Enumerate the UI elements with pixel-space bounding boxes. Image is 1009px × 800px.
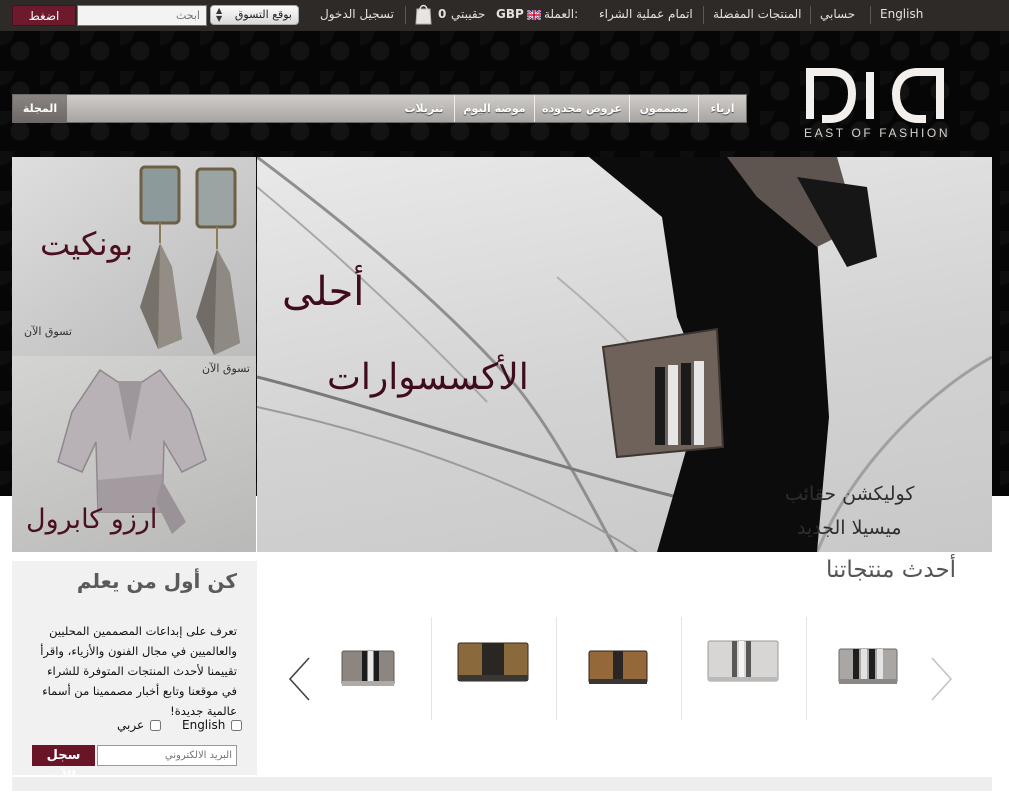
top-utility-bar: اضغط ▲▼ بوقع التسوق تسجيل الدخول 0 حقيبت… [0, 0, 1009, 31]
checkout-link[interactable]: اتمام عملية الشراء [599, 7, 693, 21]
product-item[interactable] [682, 617, 806, 720]
currency-label: العملة: [544, 7, 579, 21]
subscribe-button[interactable]: سجل الآن [32, 745, 95, 784]
shopping-bag-icon[interactable] [415, 3, 432, 25]
nav-item-trends[interactable]: موضة اليوم [455, 95, 534, 122]
footer-strip [12, 777, 992, 791]
hero-caption-line1: كوليكشن حقائب [785, 483, 915, 505]
chevron-right-icon[interactable] [928, 656, 954, 702]
account-link[interactable]: حسابي [820, 7, 855, 21]
product-item[interactable] [307, 617, 431, 720]
main-nav: المجلة تنزيلات موضة اليوم عروض محدودة مص… [12, 94, 747, 123]
search-input[interactable] [77, 5, 207, 26]
hero-caption-line2: ميسيلا الجديد [797, 517, 902, 539]
shop-location-select[interactable]: ▲ ▼ بوقع التسوق [210, 5, 299, 25]
bag-count[interactable]: 0 [438, 7, 446, 21]
latest-products-title: أحدث منتجاتنا [826, 557, 957, 583]
language-link[interactable]: English [880, 7, 923, 21]
divider [405, 6, 406, 24]
product-item[interactable] [557, 617, 681, 720]
nav-item-magazine[interactable]: المجلة [13, 95, 67, 122]
earrings-image [139, 165, 240, 355]
uk-flag-icon [527, 10, 541, 20]
nav-item-sales[interactable]: تنزيلات [393, 95, 455, 122]
promo-tile-arzu-kaprol[interactable]: تسوق الآن ارزو كابرول [12, 356, 256, 552]
nav-item-limited-offers[interactable]: عروض محدودة [535, 95, 629, 122]
promo-title-arzu-kaprol: ارزو كابرول [26, 504, 158, 535]
hero-headline-line2: الأكسسوارات [327, 357, 529, 398]
divider [870, 6, 871, 24]
divider [703, 6, 704, 24]
brand-tagline: EAST OF FASHION [804, 126, 951, 140]
english-checkbox[interactable] [231, 720, 243, 731]
favorites-link[interactable]: المنتجات المفضلة [713, 7, 802, 21]
newsletter-option-arabic[interactable]: عربي [117, 718, 161, 732]
bag-link[interactable]: حقيبتي [451, 7, 485, 21]
promo-title-bonkeet: بونكيت [40, 225, 134, 263]
login-link[interactable]: تسجيل الدخول [320, 7, 394, 21]
product-item[interactable] [432, 617, 556, 720]
arabic-checkbox[interactable] [149, 720, 161, 731]
search-button[interactable]: اضغط [12, 5, 76, 26]
select-arrows-icon: ▲ ▼ [216, 6, 223, 23]
email-field[interactable] [97, 745, 237, 766]
newsletter-title: كن أول من يعلم [76, 569, 237, 593]
newsletter-box: كن أول من يعلم تعرف على إبداعات المصممين… [12, 561, 257, 784]
currency-value[interactable]: GBP [496, 7, 524, 21]
promo-shop-now-link[interactable]: تسوق الآن [202, 362, 250, 375]
newsletter-option-english[interactable]: English [182, 718, 243, 732]
nav-item-fashion[interactable]: ازياء [699, 95, 746, 122]
hero-banner[interactable]: أحلى الأكسسوارات كوليكشن حقائب ميسيلا ال… [257, 157, 992, 552]
nav-item-designers[interactable]: مصممون [630, 95, 698, 122]
newsletter-body: تعرف على إبداعات المصممين المحليين والعا… [40, 624, 237, 718]
product-item[interactable] [807, 617, 931, 720]
hero-headline-line1: أحلى [282, 269, 365, 315]
promo-tile-bonkeet[interactable]: بونكيت تسوق الآن [12, 157, 256, 356]
promo-shop-now-link[interactable]: تسوق الآن [24, 325, 72, 338]
divider [810, 6, 811, 24]
